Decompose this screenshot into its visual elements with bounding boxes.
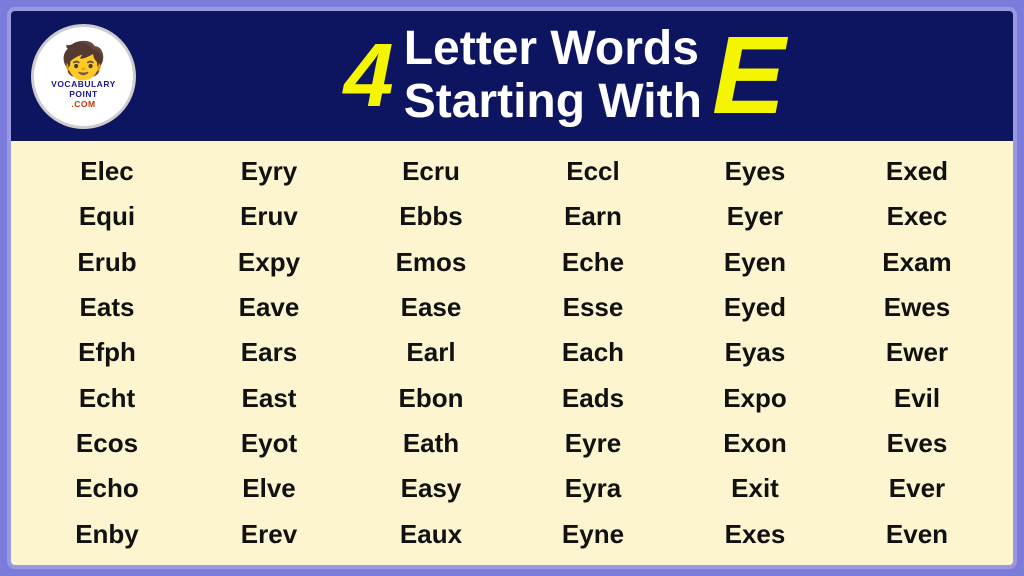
letter-e: E <box>712 21 785 131</box>
word-cell: Exam <box>836 240 998 285</box>
word-cell: Each <box>512 330 674 375</box>
word-cell: Eyot <box>188 421 350 466</box>
word-cell: Even <box>836 512 998 557</box>
header: 🧒 VOCABULARY POINT .COM 4 Letter Words S… <box>11 11 1013 141</box>
word-cell: Eche <box>512 240 674 285</box>
word-cell: Eyen <box>674 240 836 285</box>
word-cell: Exec <box>836 194 998 239</box>
word-cell: Eyra <box>512 466 674 511</box>
logo-mascot: 🧒 <box>61 43 106 79</box>
word-cell: Eyne <box>512 512 674 557</box>
word-cell: Earl <box>350 330 512 375</box>
word-cell: Ebbs <box>350 194 512 239</box>
word-cell: Eves <box>836 421 998 466</box>
logo: 🧒 VOCABULARY POINT .COM <box>31 24 136 129</box>
word-cell: Eads <box>512 376 674 421</box>
header-title: 4 Letter Words Starting With E <box>136 21 993 131</box>
word-cell: Eyre <box>512 421 674 466</box>
title-text: Letter Words Starting With <box>404 23 702 129</box>
word-cell: Ewer <box>836 330 998 375</box>
word-cell: Eyed <box>674 285 836 330</box>
word-cell: Ebon <box>350 376 512 421</box>
word-cell: Elve <box>188 466 350 511</box>
word-cell: East <box>188 376 350 421</box>
title-line1: Letter Words <box>404 23 702 76</box>
word-cell: Eruv <box>188 194 350 239</box>
word-cell: Ewes <box>836 285 998 330</box>
words-table: ElecEyryEcruEcclEyesExed EquiEruvEbbsEarn… <box>26 149 998 557</box>
logo-text: VOCABULARY POINT .COM <box>51 79 116 110</box>
word-cell: Ever <box>836 466 998 511</box>
word-cell: Exed <box>836 149 998 194</box>
word-cell: Eccl <box>512 149 674 194</box>
outer-border: 🧒 VOCABULARY POINT .COM 4 Letter Words S… <box>7 7 1017 569</box>
word-cell: Eyry <box>188 149 350 194</box>
word-cell: Easy <box>350 466 512 511</box>
word-cell: Echo <box>26 466 188 511</box>
word-cell: Ecos <box>26 421 188 466</box>
word-cell: Evil <box>836 376 998 421</box>
word-cell: Eats <box>26 285 188 330</box>
word-cell: Esse <box>512 285 674 330</box>
word-cell: Ecru <box>350 149 512 194</box>
word-cell: Expy <box>188 240 350 285</box>
word-cell: Emos <box>350 240 512 285</box>
word-cell: Elec <box>26 149 188 194</box>
word-cell: Exit <box>674 466 836 511</box>
word-cell: Exon <box>674 421 836 466</box>
word-cell: Eyer <box>674 194 836 239</box>
word-cell: Erub <box>26 240 188 285</box>
title-line2: Starting With <box>404 76 702 129</box>
number-4: 4 <box>344 31 394 121</box>
word-cell: Erev <box>188 512 350 557</box>
word-cell: Exes <box>674 512 836 557</box>
word-cell: Eath <box>350 421 512 466</box>
word-cell: Ears <box>188 330 350 375</box>
word-cell: Echt <box>26 376 188 421</box>
word-cell: Equi <box>26 194 188 239</box>
word-cell: Enby <box>26 512 188 557</box>
word-cell: Eaux <box>350 512 512 557</box>
content: ElecEyryEcruEcclEyesExed EquiEruvEbbsEarn… <box>11 141 1013 565</box>
word-cell: Earn <box>512 194 674 239</box>
word-cell: Eave <box>188 285 350 330</box>
word-cell: Expo <box>674 376 836 421</box>
word-cell: Efph <box>26 330 188 375</box>
word-cell: Eyes <box>674 149 836 194</box>
word-cell: Ease <box>350 285 512 330</box>
word-cell: Eyas <box>674 330 836 375</box>
